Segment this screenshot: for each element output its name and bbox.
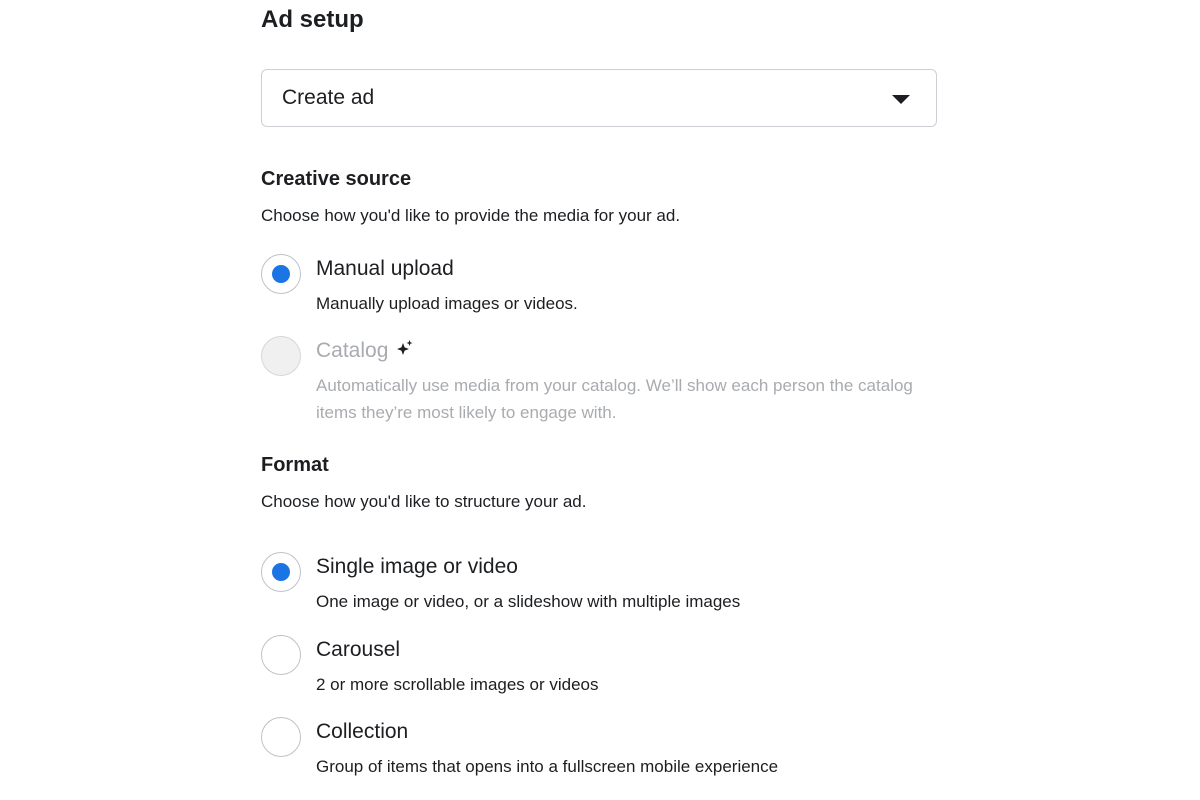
option-single-image-video-description: One image or video, or a slideshow with … — [316, 592, 741, 611]
radio-selected-dot — [272, 265, 290, 283]
option-catalog-label: Catalog — [316, 339, 389, 362]
option-carousel-label: Carousel — [316, 638, 401, 661]
option-single-image-video-label: Single image or video — [316, 555, 518, 578]
ad-setup-select-value: Create ad — [282, 86, 375, 109]
radio-catalog[interactable] — [261, 336, 301, 376]
option-collection-description: Group of items that opens into a fullscr… — [316, 757, 779, 776]
caret-down-icon — [892, 95, 910, 104]
ad-setup-select[interactable]: Create ad — [261, 69, 937, 127]
ad-setup-title: Ad setup — [261, 6, 364, 33]
radio-collection[interactable] — [261, 717, 301, 757]
radio-carousel[interactable] — [261, 635, 301, 675]
option-carousel-description: 2 or more scrollable images or videos — [316, 675, 599, 694]
format-description: Choose how you'd like to structure your … — [261, 492, 587, 511]
option-manual-upload-label: Manual upload — [316, 257, 454, 280]
radio-selected-dot — [272, 563, 290, 581]
option-collection-label: Collection — [316, 720, 409, 743]
radio-single-image-video[interactable] — [261, 552, 301, 592]
radio-manual-upload[interactable] — [261, 254, 301, 294]
option-catalog-description: Automatically use media from your catalo… — [316, 376, 913, 422]
creative-source-description: Choose how you'd like to provide the med… — [261, 206, 681, 225]
format-heading: Format — [261, 454, 329, 476]
option-catalog-label-row: Catalog — [316, 339, 414, 363]
option-manual-upload-description: Manually upload images or videos. — [316, 294, 578, 313]
creative-source-heading: Creative source — [261, 168, 412, 190]
sparkle-icon — [397, 340, 413, 355]
